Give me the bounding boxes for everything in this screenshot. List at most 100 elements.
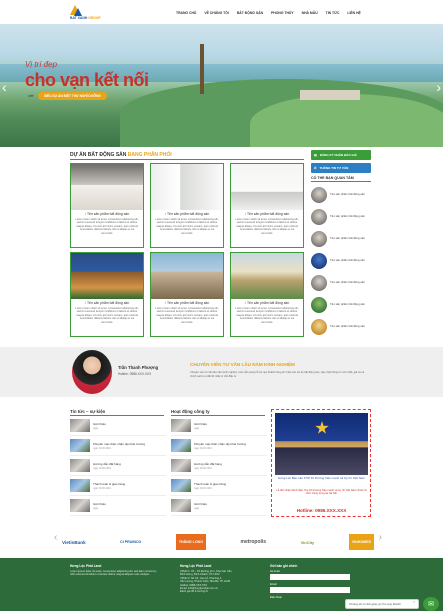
logo-sub: GROUP xyxy=(88,16,101,20)
hero-banner[interactable]: Vị trí đẹp cho vạn kết nối với SIÊU DỰ Á… xyxy=(0,24,443,147)
product-card[interactable]: Tên sản phẩm bất động sản Lorem ipsum do… xyxy=(150,252,224,337)
logo-text: BAT XANH xyxy=(70,16,88,20)
sidebar-heading: CÓ THỂ BẠN QUAN TÂM xyxy=(311,176,371,182)
thumbnail xyxy=(311,253,327,269)
product-card[interactable]: Tên sản phẩm bất động sản Lorem ipsum do… xyxy=(70,252,144,337)
chat-prompt[interactable]: Chúng tôi có thể giúp gì cho quý khách xyxy=(345,599,419,609)
product-card[interactable]: Tên sản phẩm bất động sản Lorem ipsum do… xyxy=(230,163,304,248)
chevron-right-icon[interactable]: › xyxy=(379,532,382,543)
chevron-left-icon[interactable]: ‹ xyxy=(2,79,7,95)
activity-item[interactable]: Khuyến mại nhận nhận dịp khai trương ngày… xyxy=(171,436,267,456)
thumbnail xyxy=(311,187,327,203)
banner-tagline-small: Vị trí đẹp xyxy=(25,60,58,69)
activity-thumbnail xyxy=(171,459,191,472)
site-header: BAT XANH GROUP TRANG CHỦ VỀ CHÚNG TÔI BẤ… xyxy=(0,0,443,24)
event-text: Lễ đón nhận danh hiệu 'Top 10 thương hiệ… xyxy=(276,489,367,496)
partner-vincity[interactable]: VinCity xyxy=(301,534,315,550)
partner-thang-long[interactable]: THĂNG LONG xyxy=(175,534,206,550)
sidebar-item[interactable]: Tên sản phẩm bất động sản xyxy=(311,250,371,272)
resort-building xyxy=(300,90,360,100)
news-thumbnail xyxy=(70,499,90,512)
nav-model-house[interactable]: NHÀ MẪU xyxy=(302,11,318,15)
consultant-band: Trần Thanh Phượng Hotline: 0986.XXX.XXX … xyxy=(0,347,443,397)
document-icon: ▤ xyxy=(314,153,317,157)
product-card[interactable]: Tên sản phẩm bất động sản Lorem ipsum do… xyxy=(70,163,144,248)
event-hotline[interactable]: Hotline: 0986.XXX.XXX xyxy=(275,508,368,513)
activity-item[interactable]: Giới thiệu ngày xyxy=(171,496,267,516)
chevron-left-icon[interactable]: ‹ xyxy=(54,532,57,543)
activity-item[interactable]: Hướng dẫn đặt hàng ngày 18.06.2019 xyxy=(171,456,267,476)
products-section-title: DỰ ÁN BẤT ĐỘNG SẢN ĐANG PHÂN PHỐI xyxy=(70,152,304,160)
partner-vietinbank[interactable]: VietinBank xyxy=(62,534,86,550)
phone-icon: ✆ xyxy=(314,166,317,170)
partner-metropolis[interactable]: metropolis xyxy=(241,534,267,550)
sidebar-item[interactable]: Tên sản phẩm bất động sản xyxy=(311,294,371,316)
news-list: Giới thiệu ngày Khuyến mại nhận nhận dịp … xyxy=(70,416,166,516)
partner-vinhomes[interactable]: VINHOMES xyxy=(348,534,374,550)
product-image[interactable] xyxy=(151,253,223,299)
nav-real-estate[interactable]: BẤT ĐỘNG SẢN xyxy=(237,11,263,15)
news-item[interactable]: Khuyến mại nhận nhận dịp khai trương ngày… xyxy=(70,436,166,456)
news-thumbnail xyxy=(70,419,90,432)
product-image[interactable] xyxy=(71,164,143,210)
thumbnail xyxy=(311,275,327,291)
nav-news[interactable]: TIN TỨC xyxy=(326,11,340,15)
footer-contact: Hưng Lộc Phát Land VPGD 1: XX - XX Đường… xyxy=(180,564,233,594)
news-item[interactable]: Giới thiệu ngày xyxy=(70,496,166,516)
banner-ribbon-lead: với xyxy=(28,93,34,98)
product-desc: Lorem ipsum dolor sit amet, consectetur … xyxy=(235,218,299,235)
news-item[interactable]: Thanh toán & giao hàng ngày 18.06.2019 xyxy=(70,476,166,496)
event-highlight[interactable]: Hưng Lộc Bảo vào TOP 10 thương hiệu mạnh… xyxy=(271,409,371,517)
nav-contact[interactable]: LIÊN HỆ xyxy=(347,11,360,15)
product-desc: Lorem ipsum dolor sit amet, consectetur … xyxy=(75,307,139,324)
site-logo[interactable]: BAT XANH GROUP xyxy=(70,5,104,21)
activity-item[interactable]: Giới thiệu ngày xyxy=(171,416,267,436)
activity-heading: Hoạt động công ty xyxy=(171,409,265,416)
consultant-heading: CHUYÊN VIÊN TƯ VẤN LÂU NĂM KINH NGHIỆM xyxy=(190,362,295,367)
name-field[interactable] xyxy=(270,574,350,580)
product-image[interactable] xyxy=(231,253,303,299)
product-card[interactable]: Tên sản phẩm bất động sản Lorem ipsum do… xyxy=(230,252,304,337)
news-item[interactable]: Hướng dẫn đặt hàng ngày 18.06.2019 xyxy=(70,456,166,476)
banner-tagline-large: cho vạn kết nối xyxy=(25,70,149,90)
nav-home[interactable]: TRANG CHỦ xyxy=(176,11,196,15)
close-icon[interactable]: × xyxy=(413,599,419,605)
consultant-text: Chuyên viên tư vấn lâu năm kinh nghiệm, … xyxy=(190,371,365,378)
main-nav: TRANG CHỦ VỀ CHÚNG TÔI BẤT ĐỘNG SẢN PHON… xyxy=(176,11,361,15)
footer-about: Hưng Lộc Phát Land Lorem ipsum dolor sit… xyxy=(70,564,157,577)
phone-label: Điện thoại xyxy=(270,596,282,599)
product-desc: Lorem ipsum dolor sit amet, consectetur … xyxy=(155,218,219,235)
nav-fengshui[interactable]: PHONG THỦY xyxy=(271,11,294,15)
product-image[interactable] xyxy=(71,253,143,299)
sidebar-item[interactable]: Tên sản phẩm bất động sản xyxy=(311,272,371,294)
banner-ribbon: SIÊU DỰ ÁN BIỆT THỰ NGHỈ DƯỠNG xyxy=(38,92,107,100)
email-field[interactable] xyxy=(270,587,350,593)
sidebar-item[interactable]: Tên sản phẩm bất động sản xyxy=(311,316,371,338)
chat-icon[interactable]: ✉ xyxy=(423,597,439,611)
news-item[interactable]: Giới thiệu ngày xyxy=(70,416,166,436)
partner-ci-pruinco[interactable]: CI PRUINCO xyxy=(120,534,141,550)
star-icon xyxy=(315,421,329,434)
chevron-right-icon[interactable]: › xyxy=(436,79,441,95)
news-thumbnail xyxy=(70,459,90,472)
event-photo[interactable] xyxy=(275,413,368,475)
consultant-name: Trần Thanh Phượng xyxy=(118,365,159,370)
news-thumbnail xyxy=(70,479,90,492)
footer-form: Gửi bản ghi chính Họ & tên Email Điện th… xyxy=(270,564,355,599)
nav-about[interactable]: VỀ CHÚNG TÔI xyxy=(204,11,229,15)
consultant-hotline[interactable]: Hotline: 0986.XXX.XXX xyxy=(118,372,151,376)
consultant-avatar xyxy=(72,350,112,394)
activity-list: Giới thiệu ngày Khuyến mại nhận nhận dịp … xyxy=(171,416,267,516)
sidebar-list: Tên sản phẩm bất động sản Tên sản phẩm b… xyxy=(311,184,371,338)
consult-info-button[interactable]: ✆ THÔNG TIN TƯ VẤN xyxy=(311,163,371,173)
product-image[interactable] xyxy=(231,164,303,210)
register-quote-button[interactable]: ▤ ĐĂNG KÝ NHẬN BÁO GIÁ xyxy=(311,150,371,160)
product-card[interactable]: Tên sản phẩm bất động sản Lorem ipsum do… xyxy=(150,163,224,248)
sidebar-item[interactable]: Tên sản phẩm bất động sản xyxy=(311,184,371,206)
product-desc: Lorem ipsum dolor sit amet, consectetur … xyxy=(75,218,139,235)
activity-item[interactable]: Thanh toán & giao hàng ngày 18.06.2019 xyxy=(171,476,267,496)
sidebar-item[interactable]: Tên sản phẩm bất động sản xyxy=(311,228,371,250)
activity-thumbnail xyxy=(171,479,191,492)
sidebar-item[interactable]: Tên sản phẩm bất động sản xyxy=(311,206,371,228)
product-image[interactable] xyxy=(151,164,223,210)
